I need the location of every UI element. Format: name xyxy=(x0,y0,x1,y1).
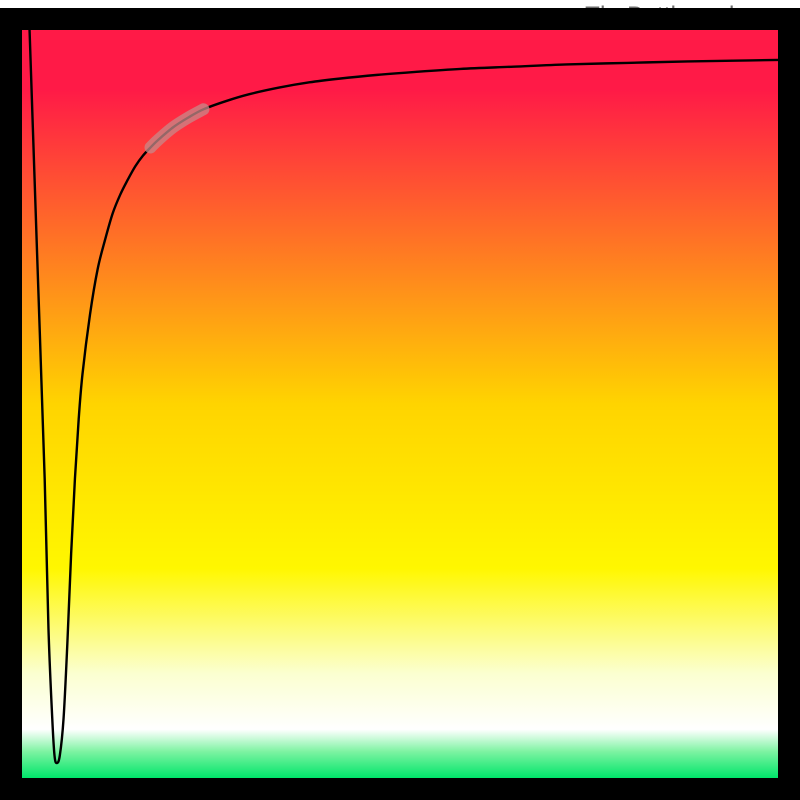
plot-area xyxy=(11,19,789,789)
gradient-background xyxy=(22,30,778,778)
bottleneck-chart xyxy=(0,0,800,800)
chart-container: TheBottleneck.com xyxy=(0,0,800,800)
